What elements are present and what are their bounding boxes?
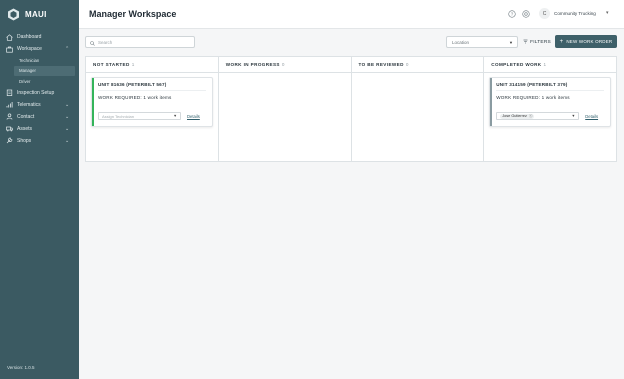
sidebar-item-label: Workspace bbox=[17, 46, 42, 52]
sidebar-item-label: Assets bbox=[17, 125, 33, 132]
close-icon[interactable]: ⓧ bbox=[529, 114, 533, 119]
column-title: TO BE REVIEWED bbox=[358, 62, 404, 67]
filters-label: FILTERS bbox=[530, 39, 551, 45]
new-work-order-button[interactable]: + NEW WORK ORDER bbox=[555, 35, 617, 48]
person-icon bbox=[6, 113, 13, 120]
status-stripe bbox=[92, 78, 94, 126]
brand[interactable]: MAUI bbox=[7, 8, 47, 21]
page-header: Manager Workspace ? C Community Trucking… bbox=[79, 0, 624, 29]
details-link[interactable]: Details bbox=[187, 114, 200, 119]
column-header: TO BE REVIEWED 0 bbox=[351, 57, 484, 73]
column-work-in-progress: WORK IN PROGRESS 0 bbox=[218, 57, 352, 161]
chevron-down-icon: ⌄ bbox=[65, 137, 70, 144]
sidebar-item-label: Inspection Setup bbox=[17, 89, 55, 96]
svg-text:?: ? bbox=[511, 12, 514, 17]
column-count: 1 bbox=[543, 62, 547, 67]
column-header: WORK IN PROGRESS 0 bbox=[218, 57, 351, 73]
column-count: 0 bbox=[405, 62, 409, 67]
sidebar-subitem-driver[interactable]: Driver bbox=[0, 76, 75, 87]
assign-technician-select[interactable]: Assign Technician ▼ bbox=[98, 112, 181, 120]
technician-chip[interactable]: Jose Gutierrez ⓧ bbox=[500, 113, 535, 119]
app-version: Version: 1.0.5 bbox=[7, 365, 35, 370]
sidebar-item-shops[interactable]: Shops ⌄ bbox=[0, 135, 79, 147]
filter-icon bbox=[523, 39, 528, 46]
sidebar-item-label: Contact bbox=[17, 113, 35, 120]
caret-down-icon: ▼ bbox=[571, 114, 576, 118]
status-stripe bbox=[490, 78, 493, 126]
column-not-started: NOT STARTED 1 UNIT 81636 (PETERBILT 567)… bbox=[86, 57, 219, 161]
sidebar: MAUI Dashboard Workspace ⌃ Technician Ma… bbox=[0, 0, 79, 379]
location-select[interactable]: Location ▼ bbox=[446, 36, 518, 48]
technician-chip-label: Jose Gutierrez bbox=[502, 114, 527, 118]
brand-name: MAUI bbox=[25, 10, 47, 19]
briefcase-icon bbox=[6, 46, 13, 53]
settings-icon[interactable] bbox=[522, 10, 530, 18]
help-icon[interactable]: ? bbox=[508, 10, 516, 18]
work-required-label: WORK REQUIRED: bbox=[496, 95, 541, 100]
assign-technician-placeholder: Assign Technician bbox=[102, 113, 134, 119]
plus-icon: + bbox=[559, 38, 564, 45]
filters-button[interactable]: FILTERS bbox=[521, 36, 553, 48]
work-required: WORK REQUIRED: 1 work items bbox=[496, 95, 570, 100]
truck-icon bbox=[6, 125, 13, 132]
column-count: 0 bbox=[281, 62, 285, 67]
chevron-down-icon[interactable]: ▾ bbox=[606, 10, 609, 16]
column-header: COMPLETED WORK 1 bbox=[484, 57, 616, 73]
caret-down-icon: ▼ bbox=[509, 40, 513, 45]
sidebar-item-label: Dashboard bbox=[17, 34, 42, 40]
signal-icon bbox=[6, 101, 13, 108]
column-completed-work: COMPLETED WORK 1 UNIT 314159 (PETERBILT … bbox=[484, 57, 616, 161]
sidebar-item-inspection-setup[interactable]: Inspection Setup bbox=[0, 87, 79, 99]
caret-down-icon: ▼ bbox=[173, 114, 177, 118]
work-required-value: 1 work items bbox=[143, 95, 172, 100]
page-title: Manager Workspace bbox=[89, 9, 177, 19]
sidebar-item-telematics[interactable]: Telematics ⌄ bbox=[0, 99, 79, 111]
sidebar-item-assets[interactable]: Assets ⌄ bbox=[0, 123, 79, 135]
wrench-icon bbox=[6, 137, 13, 144]
assigned-technician-select[interactable]: Jose Gutierrez ⓧ ▼ bbox=[496, 112, 580, 120]
avatar[interactable]: C bbox=[539, 8, 550, 19]
new-work-order-label: NEW WORK ORDER bbox=[566, 39, 613, 44]
sidebar-nav: Dashboard Workspace ⌃ Technician Manager… bbox=[0, 31, 79, 147]
work-order-card[interactable]: UNIT 314159 (PETERBILT 379) WORK REQUIRE… bbox=[489, 77, 612, 127]
chevron-down-icon: ⌄ bbox=[65, 113, 70, 120]
sidebar-item-workspace[interactable]: Workspace ⌃ bbox=[0, 43, 79, 55]
location-select-value: Location bbox=[452, 39, 470, 45]
chevron-down-icon: ⌄ bbox=[65, 125, 70, 132]
column-header: NOT STARTED 1 bbox=[86, 57, 218, 73]
column-title: WORK IN PROGRESS bbox=[225, 62, 280, 67]
clipboard-icon bbox=[6, 89, 13, 96]
work-order-card[interactable]: UNIT 81636 (PETERBILT 567) WORK REQUIRED… bbox=[91, 77, 213, 127]
column-title: NOT STARTED bbox=[93, 62, 130, 67]
maui-logo-icon bbox=[7, 8, 20, 21]
column-to-be-reviewed: TO BE REVIEWED 0 bbox=[351, 57, 485, 161]
search-input[interactable] bbox=[98, 39, 188, 45]
org-switcher-label[interactable]: Community Trucking bbox=[554, 11, 596, 16]
chevron-down-icon: ⌄ bbox=[65, 101, 70, 108]
kanban-board: NOT STARTED 1 UNIT 81636 (PETERBILT 567)… bbox=[85, 56, 617, 162]
work-required-label: WORK REQUIRED: bbox=[98, 95, 142, 100]
home-icon bbox=[6, 33, 13, 41]
column-count: 1 bbox=[131, 62, 135, 67]
sidebar-item-label: Shops bbox=[17, 137, 32, 144]
chevron-up-icon: ⌃ bbox=[65, 46, 70, 52]
sidebar-subitem-technician[interactable]: Technician bbox=[0, 55, 75, 66]
sidebar-item-label: Telematics bbox=[17, 101, 41, 108]
search-icon bbox=[90, 33, 95, 51]
work-required: WORK REQUIRED: 1 work items bbox=[98, 95, 172, 100]
sidebar-item-contact[interactable]: Contact ⌄ bbox=[0, 111, 79, 123]
search-field[interactable] bbox=[85, 36, 195, 48]
work-required-value: 1 work items bbox=[541, 95, 570, 100]
column-title: COMPLETED WORK bbox=[491, 62, 542, 67]
card-divider bbox=[98, 90, 206, 91]
sidebar-item-dashboard[interactable]: Dashboard bbox=[0, 31, 79, 43]
sidebar-subitem-manager[interactable]: Manager bbox=[14, 65, 75, 76]
details-link[interactable]: Details bbox=[585, 114, 598, 119]
card-divider bbox=[496, 90, 605, 91]
card-title: UNIT 81636 (PETERBILT 567) bbox=[98, 82, 167, 87]
card-title: UNIT 314159 (PETERBILT 379) bbox=[496, 82, 568, 87]
